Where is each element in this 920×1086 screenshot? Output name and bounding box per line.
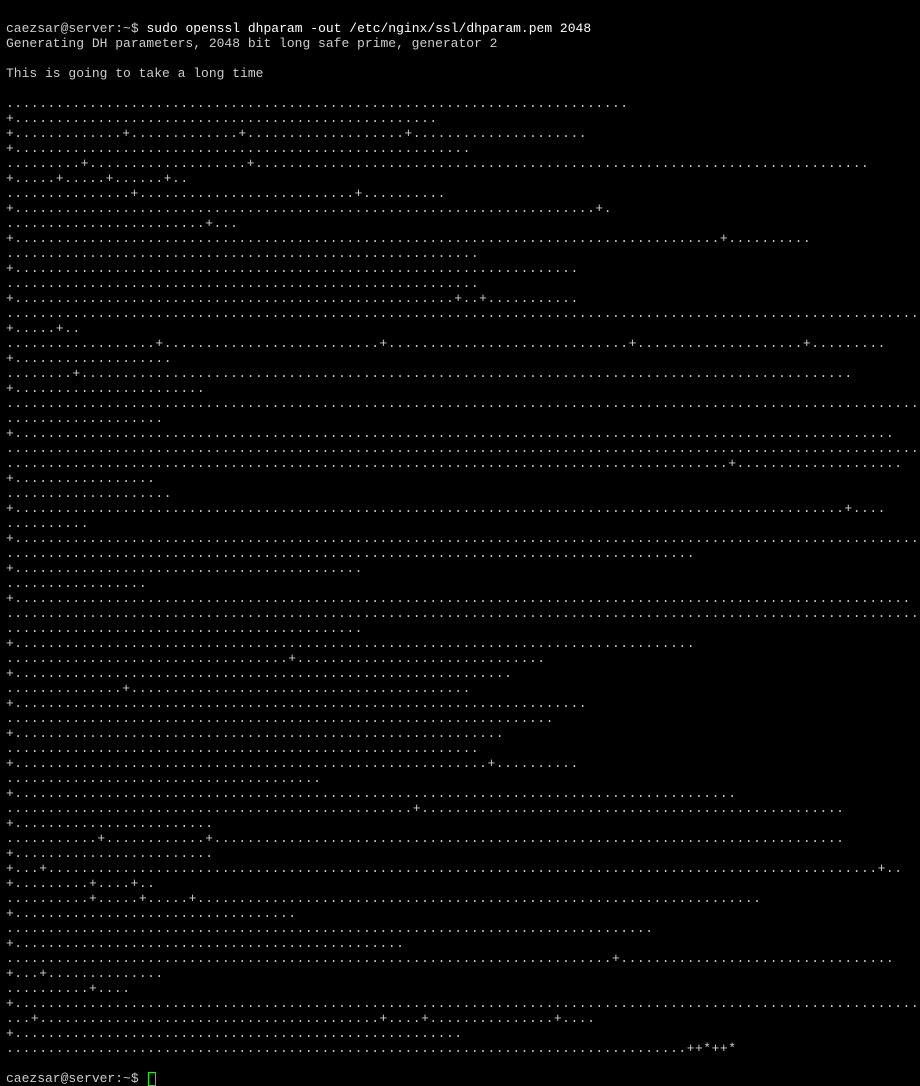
prompt-path: ~	[123, 1071, 131, 1086]
progress-line: ........................................…	[6, 1041, 914, 1056]
progress-line: ........................................…	[6, 276, 914, 306]
progress-line: +...+...................................…	[6, 861, 914, 891]
progress-line: .................+......................…	[6, 576, 914, 606]
progress-line: ...+....................................…	[6, 1011, 914, 1041]
progress-line: +.............+.............+...........…	[6, 126, 914, 156]
progress-line: ........................................…	[6, 621, 914, 651]
progress-line: ...........+............+...............…	[6, 831, 914, 861]
progress-line: ........+...............................…	[6, 366, 914, 396]
output-line-2: This is going to take a long time	[6, 66, 914, 81]
progress-line: .........+...................+..........…	[6, 156, 914, 186]
progress-line: ....................+...................…	[6, 486, 914, 516]
prompt-line-2: caezsar@server:~$	[6, 1071, 146, 1086]
prompt-symbol: $	[131, 21, 139, 36]
output-line-1: Generating DH parameters, 2048 bit long …	[6, 36, 914, 51]
progress-line: ........................................…	[6, 306, 914, 336]
terminal-window[interactable]: caezsar@server:~$ sudo openssl dhparam -…	[6, 6, 914, 1086]
progress-line: ........................................…	[6, 396, 914, 411]
prompt-path: ~	[123, 21, 131, 36]
progress-line: ........................................…	[6, 546, 914, 576]
progress-line: ........................................…	[6, 921, 914, 951]
progress-line: ........................................…	[6, 246, 914, 276]
progress-line: ...............+........................…	[6, 186, 914, 216]
progress-line: ........................................…	[6, 951, 914, 981]
cursor	[148, 1072, 156, 1086]
progress-line: ........................................…	[6, 441, 914, 456]
prompt-line-1: caezsar@server:~$ sudo openssl dhparam -…	[6, 21, 591, 36]
progress-line: ...................+....................…	[6, 411, 914, 441]
progress-line: ........................+...+...........…	[6, 216, 914, 246]
user-host: caezsar@server	[6, 1071, 115, 1086]
progress-line: ......................................+.…	[6, 771, 914, 801]
progress-line: ..........+.............................…	[6, 516, 914, 546]
progress-line: ..............+.........................…	[6, 681, 914, 711]
progress-line: ........................................…	[6, 96, 914, 126]
progress-line: ........................................…	[6, 711, 914, 741]
progress-line: ..................+.....................…	[6, 336, 914, 366]
command-text: sudo openssl dhparam -out /etc/nginx/ssl…	[146, 21, 591, 36]
progress-line: ..........+.....+.....+.................…	[6, 891, 914, 921]
progress-line: ........................................…	[6, 606, 914, 621]
user-host: caezsar@server	[6, 21, 115, 36]
progress-line: ........................................…	[6, 741, 914, 771]
prompt-symbol: $	[131, 1071, 139, 1086]
progress-output: ........................................…	[6, 96, 914, 1056]
progress-line: ..................................+.....…	[6, 651, 914, 681]
progress-line: ........................................…	[6, 801, 914, 831]
progress-line: ..........+....+........................…	[6, 981, 914, 1011]
progress-line: ........................................…	[6, 456, 914, 486]
